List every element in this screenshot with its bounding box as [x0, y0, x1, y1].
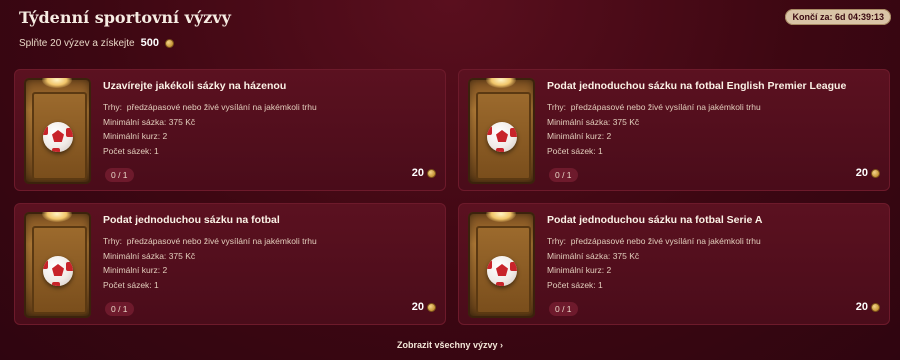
challenge-title: Podat jednoduchou sázku na fotbal Serie …: [547, 214, 763, 226]
points-reward: 20: [412, 167, 436, 179]
points-reward: 20: [412, 301, 436, 313]
min-stake-label: Minimální sázka:: [547, 250, 611, 261]
challenge-details: Trhy: předzápasové nebo živé vysílání na…: [547, 234, 761, 292]
reward-amount: 500: [140, 37, 159, 49]
challenge-subtitle: Splňte 20 výzev a získejte 500: [19, 37, 174, 49]
challenge-details: Trhy: předzápasové nebo živé vysílání na…: [547, 100, 761, 158]
bet-count-label: Počet sázek:: [103, 145, 152, 156]
challenge-title: Uzavírejte jakékoli sázky na házenou: [103, 80, 287, 92]
markets-value: předzápasové nebo živé vysílání na jakém…: [126, 236, 317, 246]
soccer-ball-icon: [43, 256, 73, 286]
markets-label: Trhy:: [103, 236, 123, 246]
coin-icon: [427, 168, 436, 178]
card-image: [468, 212, 535, 318]
bet-count-label: Počet sázek:: [103, 279, 152, 290]
card-image: [24, 78, 91, 184]
soccer-ball-icon: [487, 256, 517, 286]
progress-badge: 0 / 1: [105, 168, 134, 182]
bet-count-value: 1: [598, 279, 603, 290]
soccer-ball-icon: [43, 122, 73, 152]
markets-value: předzápasové nebo živé vysílání na jakém…: [570, 236, 761, 246]
min-stake-value: 375 Kč: [168, 250, 196, 261]
points-value: 20: [411, 301, 424, 313]
min-odds-value: 2: [162, 131, 168, 141]
progress-badge: 0 / 1: [549, 168, 578, 182]
min-odds-label: Minimální kurz:: [547, 131, 605, 141]
points-reward: 20: [856, 301, 880, 313]
challenge-title: Podat jednoduchou sázku na fotbal Englis…: [547, 80, 847, 92]
min-stake-value: 375 Kč: [612, 250, 640, 261]
show-all-challenges-link[interactable]: Zobrazit všechny výzvy ›: [0, 340, 900, 350]
min-odds-value: 2: [162, 265, 168, 275]
markets-value: předzápasové nebo živé vysílání na jakém…: [126, 102, 317, 112]
challenge-details: Trhy: předzápasové nebo živé vysílání na…: [103, 234, 317, 292]
coin-icon: [871, 168, 880, 178]
points-value: 20: [855, 301, 868, 313]
markets-label: Trhy:: [547, 102, 567, 112]
card-image: [24, 212, 91, 318]
challenge-card[interactable]: Podat jednoduchou sázku na fotbal Serie …: [458, 203, 890, 325]
points-value: 20: [411, 167, 424, 179]
progress-badge: 0 / 1: [105, 302, 134, 316]
challenge-details: Trhy: předzápasové nebo živé vysílání na…: [103, 100, 317, 158]
min-odds-value: 2: [606, 265, 612, 275]
bet-count-value: 1: [154, 279, 159, 290]
min-stake-label: Minimální sázka:: [103, 250, 167, 261]
markets-label: Trhy:: [547, 236, 567, 246]
min-stake-label: Minimální sázka:: [547, 116, 611, 127]
min-stake-value: 375 Kč: [168, 116, 196, 127]
markets-label: Trhy:: [103, 102, 123, 112]
challenge-title: Podat jednoduchou sázku na fotbal: [103, 214, 280, 226]
coin-icon: [871, 302, 880, 312]
points-reward: 20: [856, 167, 880, 179]
coin-icon: [427, 302, 436, 312]
bet-count-label: Počet sázek:: [547, 279, 596, 290]
progress-badge: 0 / 1: [549, 302, 578, 316]
points-value: 20: [855, 167, 868, 179]
min-odds-label: Minimální kurz:: [547, 265, 605, 275]
min-stake-value: 375 Kč: [612, 116, 640, 127]
coin-icon: [164, 38, 174, 48]
page-title: Týdenní sportovní výzvy: [19, 8, 231, 27]
countdown-badge: Končí za: 6d 04:39:13: [785, 9, 891, 25]
bet-count-label: Počet sázek:: [547, 145, 596, 156]
bet-count-value: 1: [598, 145, 603, 156]
subtitle-text: Splňte 20 výzev a získejte: [19, 37, 135, 49]
challenge-card[interactable]: Podat jednoduchou sázku na fotbal Trhy: …: [14, 203, 446, 325]
challenge-card[interactable]: Uzavírejte jakékoli sázky na házenou Trh…: [14, 69, 446, 191]
challenge-card[interactable]: Podat jednoduchou sázku na fotbal Englis…: [458, 69, 890, 191]
min-stake-label: Minimální sázka:: [103, 116, 167, 127]
soccer-ball-icon: [487, 122, 517, 152]
bet-count-value: 1: [154, 145, 159, 156]
min-odds-label: Minimální kurz:: [103, 131, 161, 141]
markets-value: předzápasové nebo živé vysílání na jakém…: [570, 102, 761, 112]
min-odds-label: Minimální kurz:: [103, 265, 161, 275]
min-odds-value: 2: [606, 131, 612, 141]
card-image: [468, 78, 535, 184]
